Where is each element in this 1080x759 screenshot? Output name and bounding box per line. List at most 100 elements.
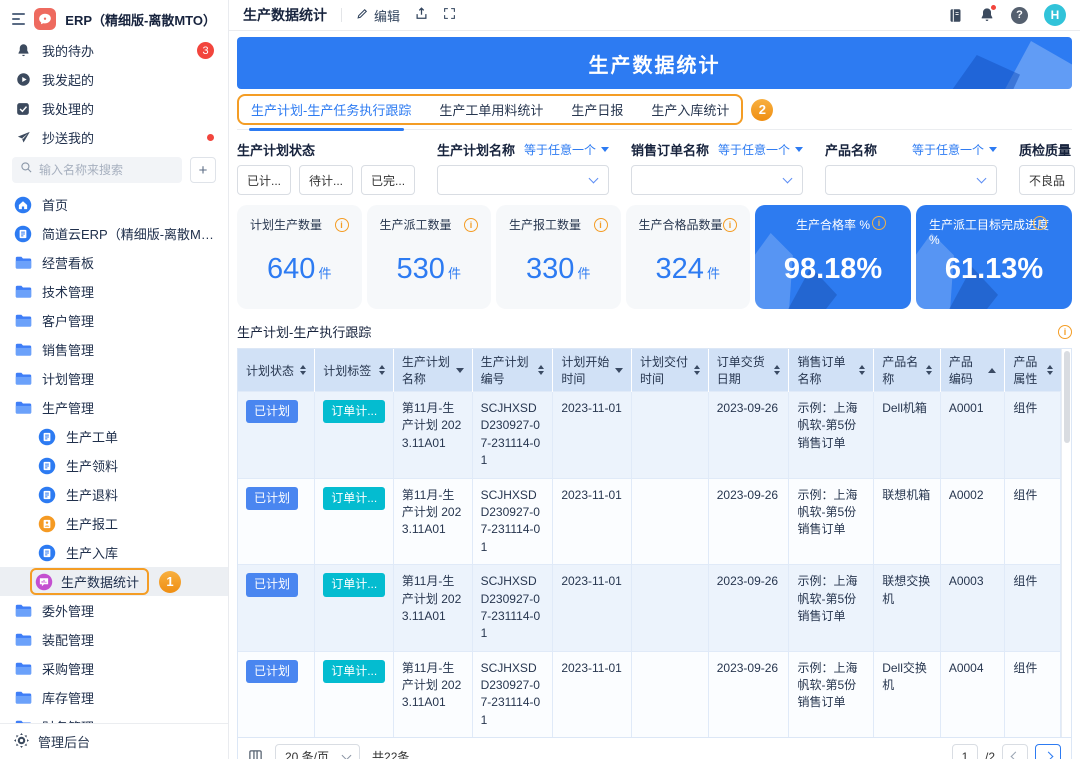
tab-daily-report[interactable]: 生产日报 [571, 100, 623, 119]
sidebar-item-purchase-mgmt[interactable]: 采购管理 [0, 654, 228, 683]
sidebar-item-jdy-erp[interactable]: 简道云ERP（精细版-离散MTO）「... [0, 219, 228, 248]
next-page-button[interactable] [1035, 744, 1061, 759]
info-icon[interactable] [335, 218, 349, 232]
filter-option-planned[interactable]: 已计... [237, 165, 291, 195]
page-size-select[interactable]: 20 条/页 [275, 744, 360, 759]
filter-option-defective[interactable]: 不良品 [1019, 165, 1075, 195]
info-icon[interactable] [723, 218, 737, 232]
journal-icon[interactable] [948, 8, 963, 23]
sidebar-item-admin-console[interactable]: 管理后台 [0, 723, 228, 759]
plan-table: 计划状态 计划标签 生产计划名称 生产计划编号 计划开始时间 计划交付时间 订单… [237, 348, 1072, 738]
sidebar-item-initiated-by-me[interactable]: 我发起的 [0, 65, 228, 94]
divider [341, 8, 342, 22]
folder-icon [14, 662, 32, 676]
sidebar-item-outsourcing-mgmt[interactable]: 委外管理 [0, 596, 228, 625]
sidebar-header: ERP（精细版-离散MTO） [0, 0, 228, 36]
info-icon[interactable] [1058, 325, 1072, 339]
column-header[interactable]: 产品名称 [874, 349, 941, 392]
current-page-input[interactable]: 1 [952, 744, 978, 759]
kpi-value: 98.18% [755, 253, 911, 286]
sidebar-item-business-board[interactable]: 经营看板 [0, 248, 228, 277]
sidebar-item-production-picking[interactable]: 生产领料 [0, 451, 228, 480]
filter-plan-status: 生产计划状态 已计... 待计... 已完... [237, 140, 415, 195]
search-input[interactable] [39, 163, 174, 177]
sidebar-item-plan-mgmt[interactable]: 计划管理 [0, 364, 228, 393]
scrollbar-thumb[interactable] [1064, 351, 1070, 443]
product-name-select[interactable] [825, 165, 997, 195]
info-icon[interactable] [464, 218, 478, 232]
column-header[interactable]: 产品编码 [940, 349, 1005, 392]
tab-plan-task-tracking[interactable]: 生产计划-生产任务执行跟踪 [251, 100, 411, 119]
sidebar-item-home[interactable]: 首页 [0, 190, 228, 219]
kpi-value: 530件 [367, 253, 492, 286]
share-button[interactable] [414, 6, 429, 24]
plan-table-section-header: 生产计划-生产执行跟踪 [237, 322, 1072, 341]
sidebar-item-production-workorder[interactable]: 生产工单 [0, 422, 228, 451]
plan-name-select[interactable] [437, 165, 609, 195]
folder-icon [14, 314, 32, 328]
table-scrollbar[interactable] [1061, 349, 1071, 737]
sidebar-search-row: + [0, 152, 228, 190]
sidebar-item-production-mgmt[interactable]: 生产管理 [0, 393, 228, 422]
filter-sales-order-name: 销售订单名称 等于任意一个 [631, 140, 803, 195]
sidebar-item-customer-mgmt[interactable]: 客户管理 [0, 306, 228, 335]
filter-option-pending[interactable]: 待计... [299, 165, 353, 195]
sort-icon [774, 365, 780, 375]
sidebar-item-my-todo[interactable]: 我的待办 3 [0, 36, 228, 65]
sidebar-item-tech-mgmt[interactable]: 技术管理 [0, 277, 228, 306]
notification-dot [990, 4, 997, 11]
filter-option-completed[interactable]: 已完... [361, 165, 415, 195]
sidebar-nav: 首页 简道云ERP（精细版-离散MTO）「... 经营看板 技术管理 客户管理 … [0, 190, 228, 723]
sidebar-item-production-return[interactable]: 生产退料 [0, 480, 228, 509]
sidebar-item-inventory-mgmt[interactable]: 库存管理 [0, 683, 228, 712]
edit-button[interactable]: 编辑 [356, 6, 400, 25]
kpi-value: 330件 [496, 253, 621, 286]
notifications-button[interactable] [979, 7, 995, 23]
column-header[interactable]: 产品属性 [1005, 349, 1061, 392]
column-header[interactable]: 计划标签 [315, 349, 394, 392]
info-icon[interactable] [1033, 216, 1047, 230]
menu-toggle-icon[interactable] [12, 13, 25, 25]
sort-icon [538, 365, 544, 375]
add-button[interactable]: + [190, 157, 216, 183]
column-settings-icon[interactable] [248, 749, 263, 759]
sidebar-item-assembly-mgmt[interactable]: 装配管理 [0, 625, 228, 654]
tab-workorder-material-stats[interactable]: 生产工单用料统计 [439, 100, 543, 119]
sidebar: ERP（精细版-离散MTO） 我的待办 3 我发起的 我处理的 抄送我的 + [0, 0, 229, 759]
tab-inbound-stats[interactable]: 生产入库统计 [651, 100, 729, 119]
sidebar-item-production-stats[interactable]: 生产数据统计 1 [0, 567, 228, 596]
column-header[interactable]: 计划交付时间 [632, 349, 709, 392]
help-button[interactable]: ? [1011, 7, 1028, 24]
sidebar-item-cc-to-me[interactable]: 抄送我的 [0, 123, 228, 152]
column-header[interactable]: 生产计划名称 [393, 349, 472, 392]
caret-down-icon [989, 147, 997, 152]
sidebar-item-finance-mgmt[interactable]: 财务管理 [0, 712, 228, 723]
fullscreen-button[interactable] [443, 7, 456, 23]
sidebar-item-handled-by-me[interactable]: 我处理的 [0, 94, 228, 123]
annotation-box-step1: 生产数据统计 [30, 568, 149, 595]
column-header[interactable]: 生产计划编号 [472, 349, 553, 392]
column-header[interactable]: 订单交货日期 [708, 349, 789, 392]
table-row: 已计划 订单计... 第11月-生产计划 2023.11A01 SCJHXSDD… [238, 651, 1061, 737]
avatar[interactable]: H [1044, 4, 1066, 26]
operator-link[interactable]: 等于任意一个 [912, 141, 997, 158]
folder-icon [14, 401, 32, 415]
sidebar-item-sales-mgmt[interactable]: 销售管理 [0, 335, 228, 364]
table-header-row: 计划状态 计划标签 生产计划名称 生产计划编号 计划开始时间 计划交付时间 订单… [238, 349, 1061, 392]
search-box[interactable] [12, 157, 182, 183]
sidebar-item-production-inbound[interactable]: 生产入库 [0, 538, 228, 567]
status-badge: 已计划 [246, 573, 298, 596]
info-icon[interactable] [872, 216, 886, 230]
kpi-dispatch-progress: 生产派工目标完成进度 % 61.13% [916, 205, 1072, 309]
prev-page-button[interactable] [1002, 744, 1028, 759]
operator-link[interactable]: 等于任意一个 [718, 141, 803, 158]
tag-badge: 订单计... [323, 400, 385, 423]
operator-link[interactable]: 等于任意一个 [524, 141, 609, 158]
sort-icon [456, 368, 464, 373]
column-header[interactable]: 计划状态 [238, 349, 315, 392]
sidebar-item-production-report[interactable]: 生产报工 [0, 509, 228, 538]
column-header[interactable]: 销售订单名称 [789, 349, 874, 392]
info-icon[interactable] [594, 218, 608, 232]
sales-order-select[interactable] [631, 165, 803, 195]
column-header[interactable]: 计划开始时间 [553, 349, 632, 392]
